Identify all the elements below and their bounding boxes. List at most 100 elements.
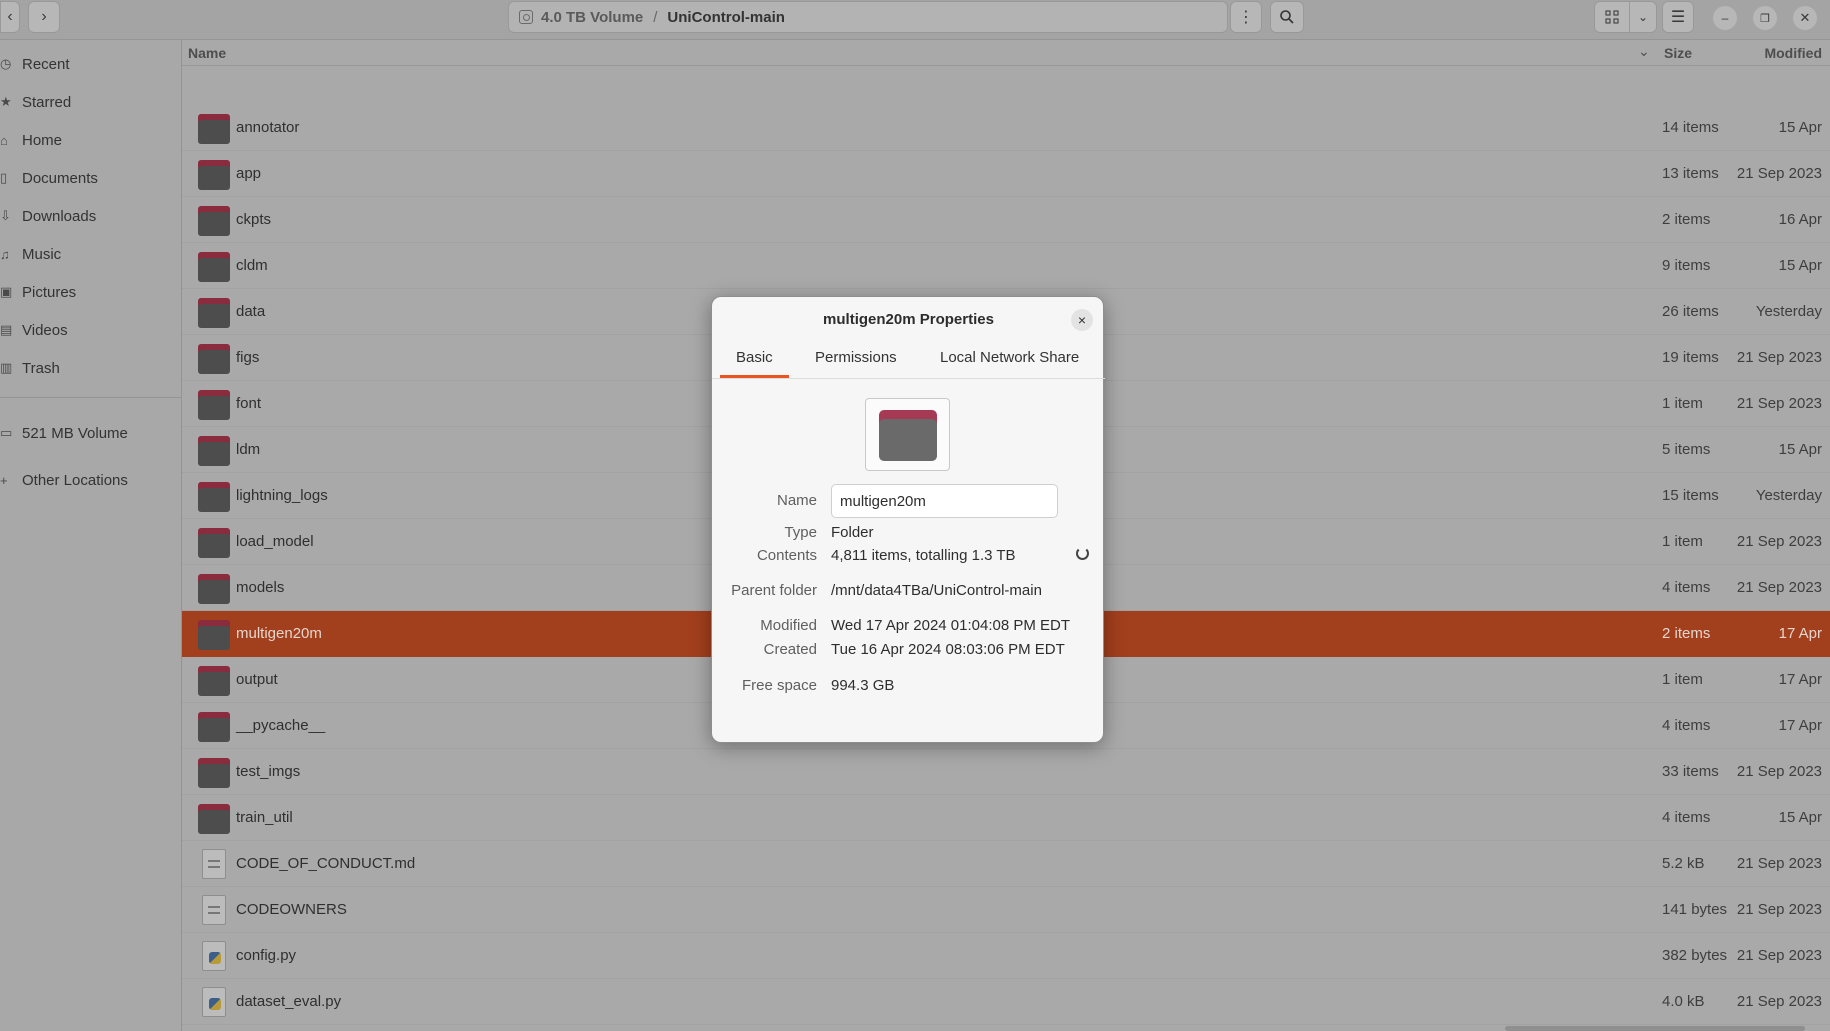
horizontal-scrollbar[interactable] [1505, 1026, 1805, 1031]
view-options-button[interactable]: ⌄ [1629, 1, 1657, 33]
python-file-icon [198, 986, 230, 1018]
file-size: 4 items [1662, 809, 1711, 826]
sidebar-item-label: Pictures [22, 283, 77, 301]
back-button[interactable]: ‹ [0, 1, 20, 33]
download-icon: ⇩ [0, 208, 11, 223]
table-row[interactable]: train_util 4 items 15 Apr [182, 795, 1830, 841]
dialog-close-button[interactable]: × [1071, 309, 1093, 331]
file-modified: 21 Sep 2023 [1736, 533, 1822, 550]
table-row[interactable]: config.py 382 bytes 21 Sep 2023 [182, 933, 1830, 979]
column-size-header[interactable]: Size [1664, 45, 1692, 61]
sidebar-item-521mb-volume[interactable]: ▭ 521 MB Volume [0, 415, 182, 451]
table-row[interactable]: annotator 14 items 15 Apr [182, 105, 1830, 151]
file-modified: 17 Apr [1778, 671, 1822, 688]
created-value: Tue 16 Apr 2024 08:03:06 PM EDT [831, 641, 1065, 658]
file-modified: 15 Apr [1778, 257, 1822, 274]
table-row[interactable]: app 13 items 21 Sep 2023 [182, 151, 1830, 197]
breadcrumb-current[interactable]: UniControl-main [667, 9, 785, 26]
sidebar-item-home[interactable]: ⌂ Home [0, 122, 182, 158]
sidebar-item-music[interactable]: ♫ Music [0, 236, 182, 272]
search-button[interactable] [1270, 1, 1304, 33]
table-row[interactable]: CODE_OF_CONDUCT.md 5.2 kB 21 Sep 2023 [182, 841, 1830, 887]
sidebar-item-recent[interactable]: ◷ Recent [0, 46, 182, 82]
file-name: font [236, 395, 262, 412]
sidebar-item-starred[interactable]: ★ Starred [0, 84, 182, 120]
search-icon [1280, 10, 1294, 24]
header-bar: ‹ › 4.0 TB Volume / UniControl-main ⋮ ⌄ … [0, 0, 1830, 40]
contents-label: Contents [756, 547, 817, 564]
music-icon: ♫ [0, 246, 10, 262]
forward-button[interactable]: › [28, 1, 60, 33]
column-name-header[interactable]: Name [188, 45, 226, 61]
sidebar-item-downloads[interactable]: ⇩ Downloads [0, 198, 182, 234]
tab-basic[interactable]: Basic [736, 349, 773, 366]
file-modified: 21 Sep 2023 [1736, 395, 1822, 412]
menu-button[interactable]: ⋮ [1230, 1, 1262, 33]
folder-icon [198, 112, 230, 144]
close-window-button[interactable]: ✕ [1793, 6, 1817, 30]
tab-local-network-share[interactable]: Local Network Share [940, 349, 1079, 366]
file-modified: 17 Apr [1778, 717, 1822, 734]
parent-folder-label: Parent folder [731, 582, 817, 599]
name-field[interactable] [831, 484, 1058, 518]
file-modified: 21 Sep 2023 [1736, 901, 1822, 918]
table-row[interactable]: dataset_eval.py 4.0 kB 21 Sep 2023 [182, 979, 1830, 1025]
column-modified-header[interactable]: Modified [1764, 45, 1822, 61]
file-size: 1 item [1662, 395, 1703, 412]
file-modified: 21 Sep 2023 [1736, 763, 1822, 780]
modified-label: Modified [760, 617, 817, 634]
file-name: __pycache__ [236, 717, 326, 734]
modified-value: Wed 17 Apr 2024 01:04:08 PM EDT [831, 617, 1071, 634]
folder-icon [198, 250, 230, 282]
path-bar: 4.0 TB Volume / UniControl-main [508, 1, 1228, 33]
sidebar-item-label: Documents [22, 169, 98, 187]
sidebar-item-pictures[interactable]: ▣ Pictures [0, 274, 182, 310]
folder-icon [198, 158, 230, 190]
folder-icon[interactable] [865, 398, 950, 471]
file-size: 5 items [1662, 441, 1711, 458]
hamburger-menu-button[interactable]: ☰ [1662, 1, 1694, 33]
file-name: data [236, 303, 266, 320]
folder-icon [198, 664, 230, 696]
close-icon: ✕ [1799, 10, 1811, 25]
file-size: 1 item [1662, 533, 1703, 550]
type-label: Type [784, 524, 817, 541]
folder-icon [198, 710, 230, 742]
sort-chevron-icon[interactable]: ⌄ [1638, 43, 1650, 60]
chevron-down-icon: ⌄ [1637, 10, 1649, 24]
file-size: 2 items [1662, 211, 1711, 228]
table-row[interactable]: ckpts 2 items 16 Apr [182, 197, 1830, 243]
file-modified: 15 Apr [1778, 809, 1822, 826]
name-label: Name [776, 492, 817, 509]
folder-icon [198, 434, 230, 466]
folder-icon [198, 526, 230, 558]
file-name: cldm [236, 257, 268, 274]
loading-spinner-icon [1076, 547, 1089, 560]
sidebar-item-videos[interactable]: ▤ Videos [0, 312, 182, 348]
properties-dialog: multigen20m Properties × Basic Permissio… [711, 296, 1105, 743]
table-row[interactable]: CODEOWNERS 141 bytes 21 Sep 2023 [182, 887, 1830, 933]
file-name: output [236, 671, 278, 688]
tab-permissions[interactable]: Permissions [815, 349, 897, 366]
file-name: lightning_logs [236, 487, 328, 504]
parent-folder-value[interactable]: /mnt/data4TBa/UniControl-main [831, 582, 1042, 599]
table-row[interactable]: cldm 9 items 15 Apr [182, 243, 1830, 289]
sidebar-item-trash[interactable]: ▥ Trash [0, 350, 182, 386]
breadcrumb-volume[interactable]: 4.0 TB Volume [541, 9, 643, 26]
folder-icon [198, 618, 230, 650]
free-space-value: 994.3 GB [831, 677, 895, 694]
file-modified: Yesterday [1755, 303, 1822, 320]
sidebar-item-documents[interactable]: ▯ Documents [0, 160, 182, 196]
file-size: 19 items [1662, 349, 1719, 366]
table-row[interactable]: test_imgs 33 items 21 Sep 2023 [182, 749, 1830, 795]
folder-icon [198, 480, 230, 512]
file-name: test_imgs [236, 763, 301, 780]
sidebar-item-other-locations[interactable]: + Other Locations [0, 462, 182, 498]
active-tab-indicator [720, 375, 789, 378]
dialog-title: multigen20m Properties [823, 311, 994, 328]
grid-view-button[interactable] [1594, 1, 1630, 33]
home-icon: ⌂ [0, 132, 8, 148]
maximize-button[interactable]: ❐ [1753, 6, 1777, 30]
sidebar-item-label: Downloads [22, 207, 97, 225]
minimize-button[interactable]: – [1713, 6, 1737, 30]
